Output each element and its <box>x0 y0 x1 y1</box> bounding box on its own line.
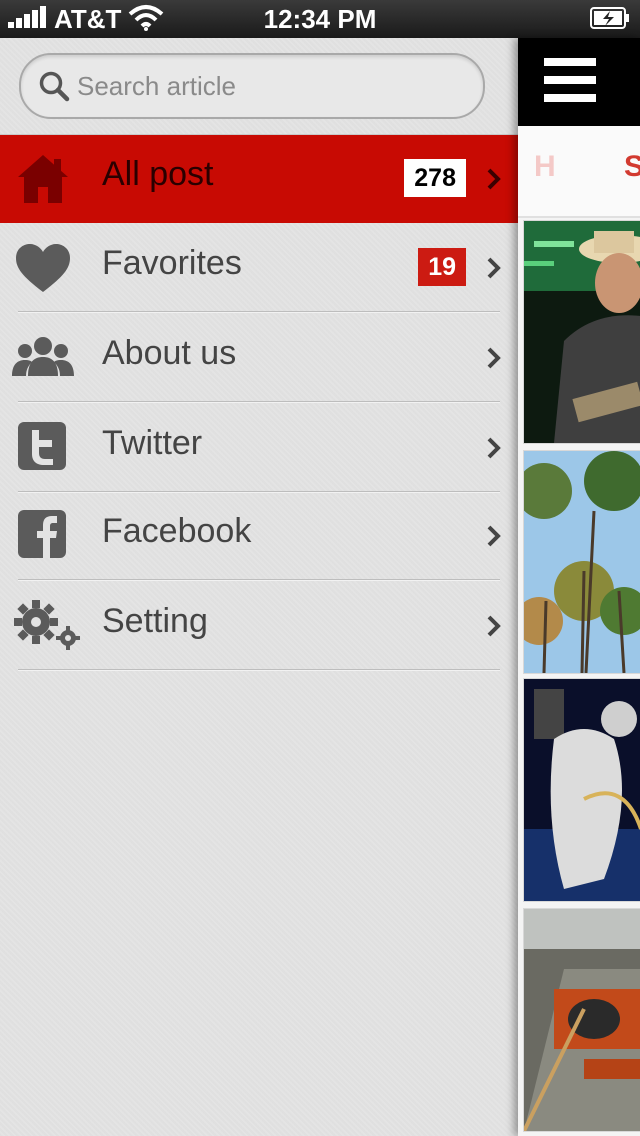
chevron-right-icon <box>487 168 501 190</box>
menu-item-label: Favorites <box>102 244 242 282</box>
search-input[interactable] <box>75 63 469 109</box>
tab-h[interactable]: H <box>534 150 556 184</box>
menu-item-facebook[interactable]: Facebook <box>0 492 518 580</box>
chevron-right-icon <box>487 615 501 637</box>
astronaut-photo[interactable] <box>523 678 640 902</box>
menu-item-favorites[interactable]: Favorites 19 <box>0 224 518 312</box>
menu-item-label: Setting <box>102 602 208 640</box>
heart-icon <box>16 244 70 292</box>
tunnel-photo[interactable] <box>523 908 640 1132</box>
chevron-right-icon <box>487 437 501 459</box>
item-divider <box>18 401 500 402</box>
menu-item-twitter[interactable]: Twitter <box>0 404 518 492</box>
chevron-right-icon <box>487 257 501 279</box>
menu-item-all-post[interactable]: All post 278 <box>0 135 518 223</box>
chevron-right-icon <box>487 525 501 547</box>
trees-photo[interactable] <box>523 450 640 674</box>
gear-icon <box>14 600 80 650</box>
search-icon <box>39 71 70 102</box>
tab-s[interactable]: S <box>624 150 640 184</box>
menu-item-about-us[interactable]: About us <box>0 314 518 402</box>
home-icon <box>18 155 68 203</box>
menu-icon[interactable] <box>544 58 596 102</box>
menu-item-label: About us <box>102 334 237 372</box>
users-icon <box>12 337 74 376</box>
menu-item-label: Twitter <box>102 424 203 462</box>
menu-item-setting[interactable]: Setting <box>0 582 518 670</box>
menu-item-label: All post <box>102 155 214 193</box>
status-bar: AT&T 12:34 PM <box>0 0 640 38</box>
side-menu: All post 278 Favorites 19 About us <box>0 38 518 1136</box>
chevron-right-icon <box>487 347 501 369</box>
content-header <box>518 38 640 126</box>
count-badge: 278 <box>404 159 466 197</box>
concert-photo[interactable] <box>523 220 640 444</box>
count-badge: 19 <box>418 248 466 286</box>
facebook-icon <box>18 510 66 558</box>
status-time: 12:34 PM <box>263 4 377 34</box>
item-divider <box>18 579 500 580</box>
twitter-icon <box>18 422 66 470</box>
menu-item-label: Facebook <box>102 512 252 550</box>
search-box[interactable] <box>19 53 485 119</box>
item-divider <box>18 311 500 312</box>
tab-bar: H S <box>518 126 640 218</box>
item-divider <box>18 669 500 670</box>
content-panel[interactable]: H S <box>518 38 640 1136</box>
battery-icon <box>590 7 629 29</box>
